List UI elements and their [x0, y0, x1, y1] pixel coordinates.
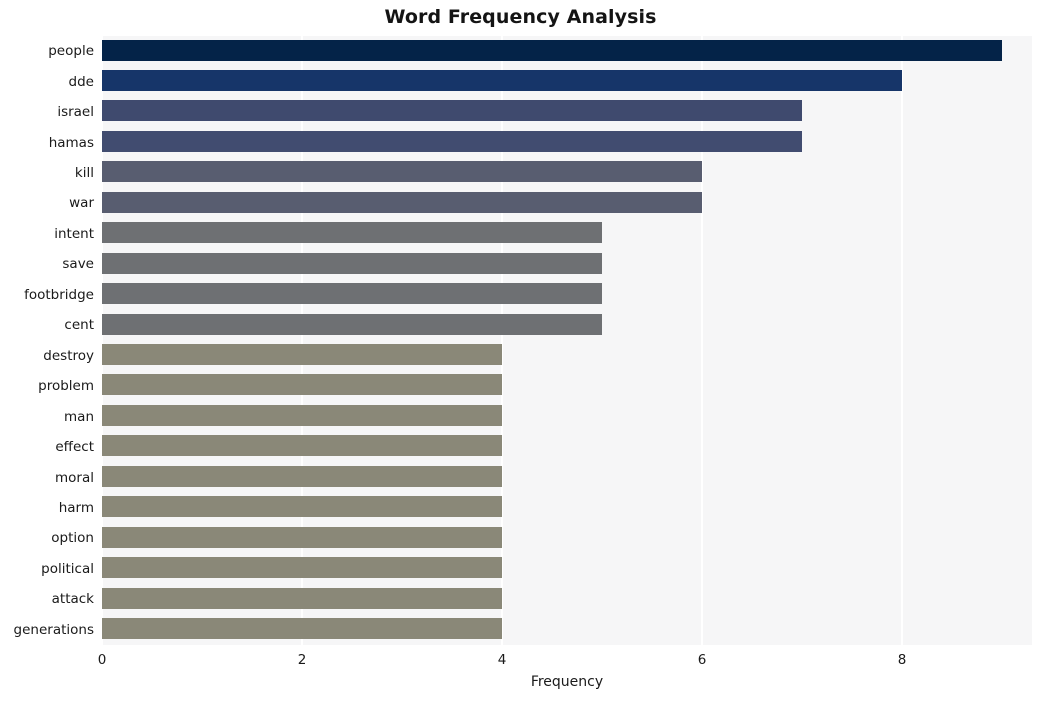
x-tick-label: 4	[497, 652, 507, 668]
bar[interactable]	[102, 313, 602, 335]
bar-row	[102, 127, 1032, 156]
bar-row	[102, 493, 1032, 522]
bar[interactable]	[102, 69, 902, 91]
bar-row	[102, 371, 1032, 400]
bar[interactable]	[102, 618, 502, 640]
bar[interactable]	[102, 435, 502, 457]
y-tick-label: option	[51, 530, 94, 547]
bar-row	[102, 554, 1032, 583]
bar-row	[102, 310, 1032, 339]
bar-row	[102, 249, 1032, 278]
bar[interactable]	[102, 191, 702, 213]
x-tick-label: 2	[297, 652, 307, 668]
y-tick-label: attack	[51, 591, 94, 608]
bar[interactable]	[102, 252, 602, 274]
bar[interactable]	[102, 222, 602, 244]
x-axis-label: Frequency	[530, 674, 604, 690]
bar-row	[102, 219, 1032, 248]
bar-row	[102, 401, 1032, 430]
y-tick-label: save	[62, 256, 94, 273]
y-tick-label: dde	[68, 73, 94, 90]
bar[interactable]	[102, 39, 1002, 61]
y-tick-label: effect	[55, 439, 94, 456]
y-tick-label: kill	[74, 165, 94, 182]
plot-area	[102, 36, 1032, 645]
bar-row	[102, 432, 1032, 461]
bar-row	[102, 523, 1032, 552]
bar[interactable]	[102, 161, 702, 183]
y-tick-label: political	[41, 560, 94, 577]
bar-row	[102, 158, 1032, 187]
bar[interactable]	[102, 374, 502, 396]
bar[interactable]	[102, 587, 502, 609]
y-tick-label: cent	[64, 317, 94, 334]
bar[interactable]	[102, 404, 502, 426]
y-tick-label: war	[69, 195, 94, 212]
bar[interactable]	[102, 526, 502, 548]
bar-row	[102, 188, 1032, 217]
chart-title: Word Frequency Analysis	[384, 6, 657, 28]
y-tick-label: intent	[54, 225, 94, 242]
y-tick-label: israel	[57, 104, 94, 121]
y-tick-label: harm	[58, 499, 94, 516]
y-tick-label: footbridge	[24, 286, 94, 303]
bar-row	[102, 97, 1032, 126]
bar[interactable]	[102, 100, 802, 122]
bar-row	[102, 462, 1032, 491]
y-tick-label: problem	[38, 378, 94, 395]
y-tick-label: generations	[13, 621, 94, 638]
y-tick-label: man	[64, 408, 94, 425]
bar[interactable]	[102, 496, 502, 518]
bar-row	[102, 341, 1032, 370]
bar-row	[102, 280, 1032, 309]
y-tick-label: hamas	[48, 134, 94, 151]
bar[interactable]	[102, 465, 502, 487]
y-tick-label: people	[48, 43, 94, 60]
x-tick-label: 8	[897, 652, 907, 668]
bar[interactable]	[102, 130, 802, 152]
bar[interactable]	[102, 344, 502, 365]
y-axis-tick-labels: people dde israel hamas kill war intent save foo…	[0, 36, 102, 645]
bar[interactable]	[102, 283, 602, 305]
x-axis-tick-labels: 0 2 4 6 8	[0, 645, 1041, 673]
chart-figure: Word Frequency Analysis people dde israel h…	[0, 0, 1041, 701]
x-tick-label: 6	[697, 652, 707, 668]
bar-row	[102, 36, 1032, 65]
y-tick-label: destroy	[43, 347, 94, 364]
bar[interactable]	[102, 557, 502, 579]
bar-row	[102, 66, 1032, 95]
bar-row	[102, 615, 1032, 644]
y-tick-label: moral	[55, 469, 94, 486]
x-tick-label: 0	[97, 652, 107, 668]
bar-row	[102, 584, 1032, 613]
